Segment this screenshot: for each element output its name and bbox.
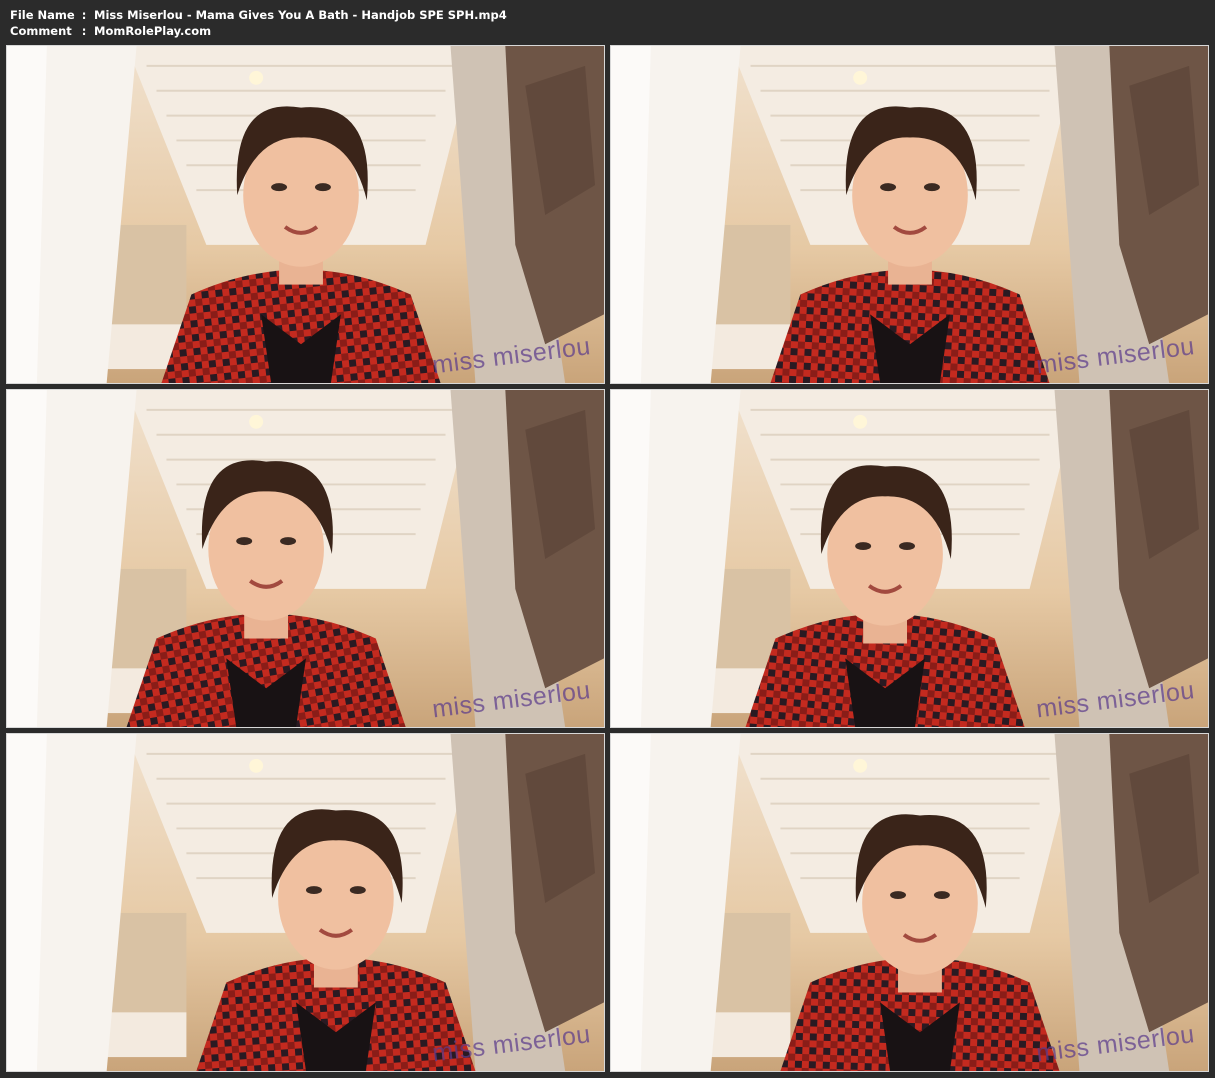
video-frame-image xyxy=(611,390,1208,727)
file-info-header: File Name : Miss Miserlou - Mama Gives Y… xyxy=(10,7,507,39)
file-name-value: Miss Miserlou - Mama Gives You A Bath - … xyxy=(94,8,507,22)
video-thumbnail: miss miserlou xyxy=(6,389,605,728)
comment-label: Comment xyxy=(10,24,72,38)
video-thumbnail: miss miserlou xyxy=(6,733,605,1072)
video-frame-image xyxy=(611,46,1208,383)
comment-row: Comment : MomRolePlay.com xyxy=(10,23,507,39)
video-frame-image xyxy=(7,390,604,727)
video-frame-image xyxy=(611,734,1208,1071)
thumbnail-grid: miss miserlou miss miserlou miss miserlo… xyxy=(6,45,1209,1072)
video-thumbnail: miss miserlou xyxy=(610,45,1209,384)
file-name-label: File Name xyxy=(10,8,75,22)
video-thumbnail: miss miserlou xyxy=(6,45,605,384)
video-frame-image xyxy=(7,734,604,1071)
comment-value: MomRolePlay.com xyxy=(94,24,212,38)
video-thumbnail: miss miserlou xyxy=(610,733,1209,1072)
file-name-row: File Name : Miss Miserlou - Mama Gives Y… xyxy=(10,7,507,23)
video-thumbnail: miss miserlou xyxy=(610,389,1209,728)
video-frame-image xyxy=(7,46,604,383)
comment-separator: : xyxy=(81,24,87,38)
file-name-separator: : xyxy=(81,8,87,22)
